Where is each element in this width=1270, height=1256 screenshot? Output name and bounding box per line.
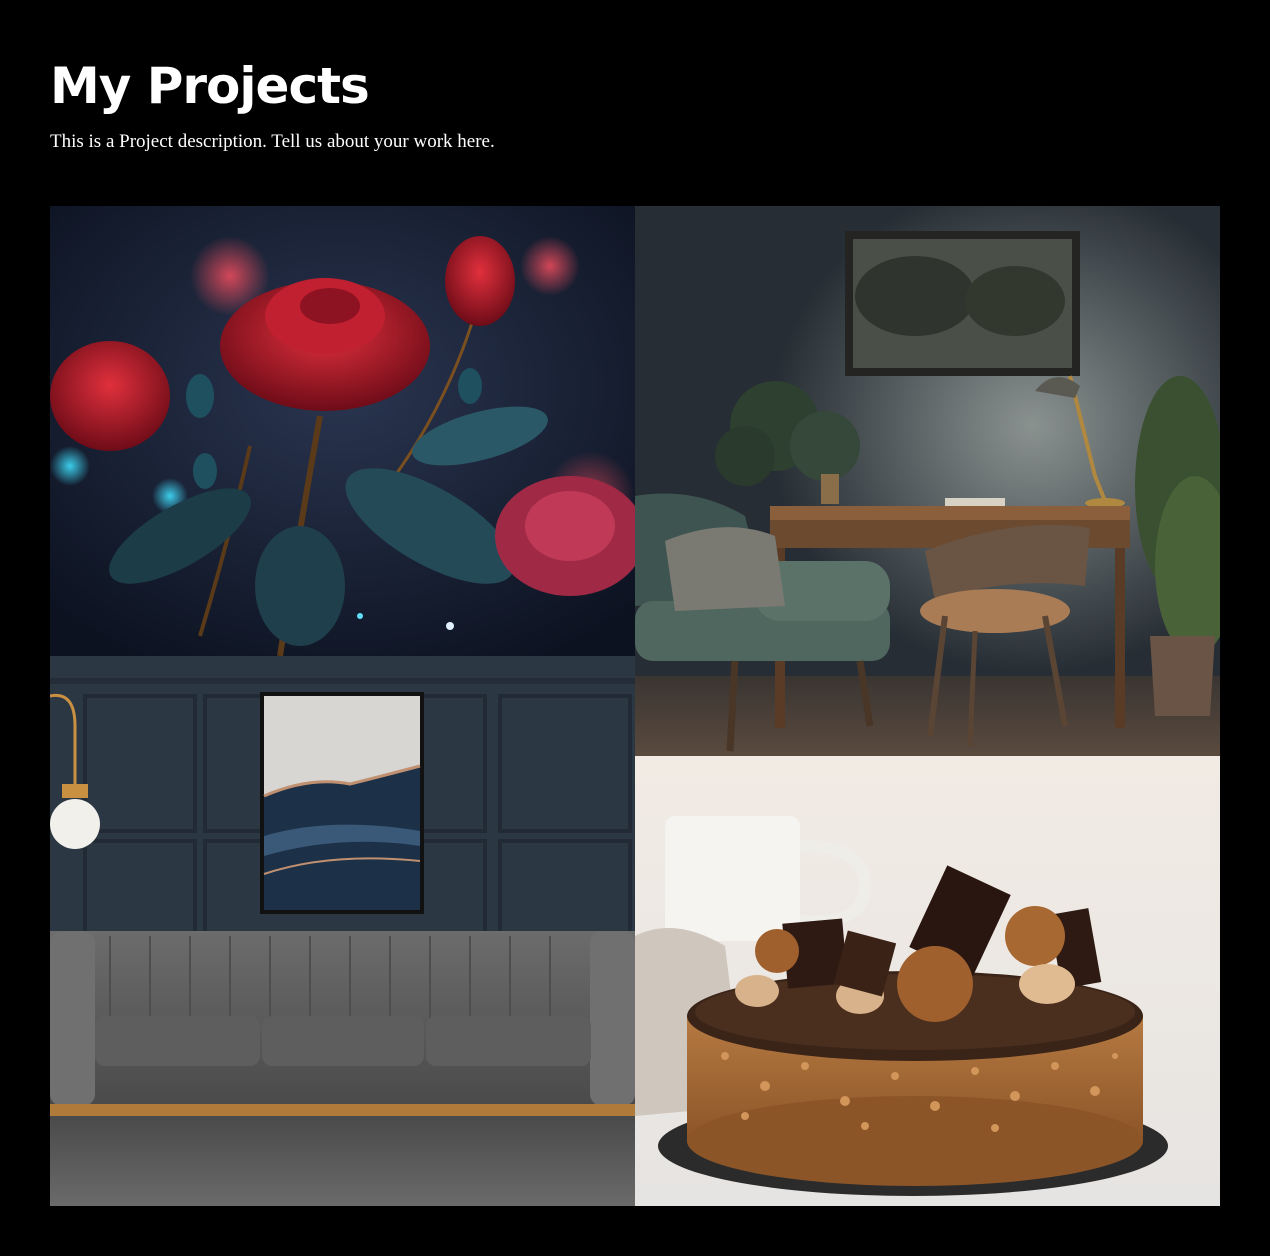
gallery-item-office[interactable]	[635, 206, 1220, 756]
project-gallery	[50, 206, 1220, 1206]
page-title: My Projects	[50, 57, 370, 115]
gallery-item-roses[interactable]	[50, 206, 635, 656]
page-description: This is a Project description. Tell us a…	[50, 131, 495, 152]
cake-image	[635, 756, 1220, 1206]
gallery-item-living-room[interactable]	[50, 656, 635, 1206]
gallery-item-cake[interactable]	[635, 756, 1220, 1206]
office-image	[635, 206, 1220, 756]
roses-image	[50, 206, 635, 656]
living-room-image	[50, 656, 635, 1206]
